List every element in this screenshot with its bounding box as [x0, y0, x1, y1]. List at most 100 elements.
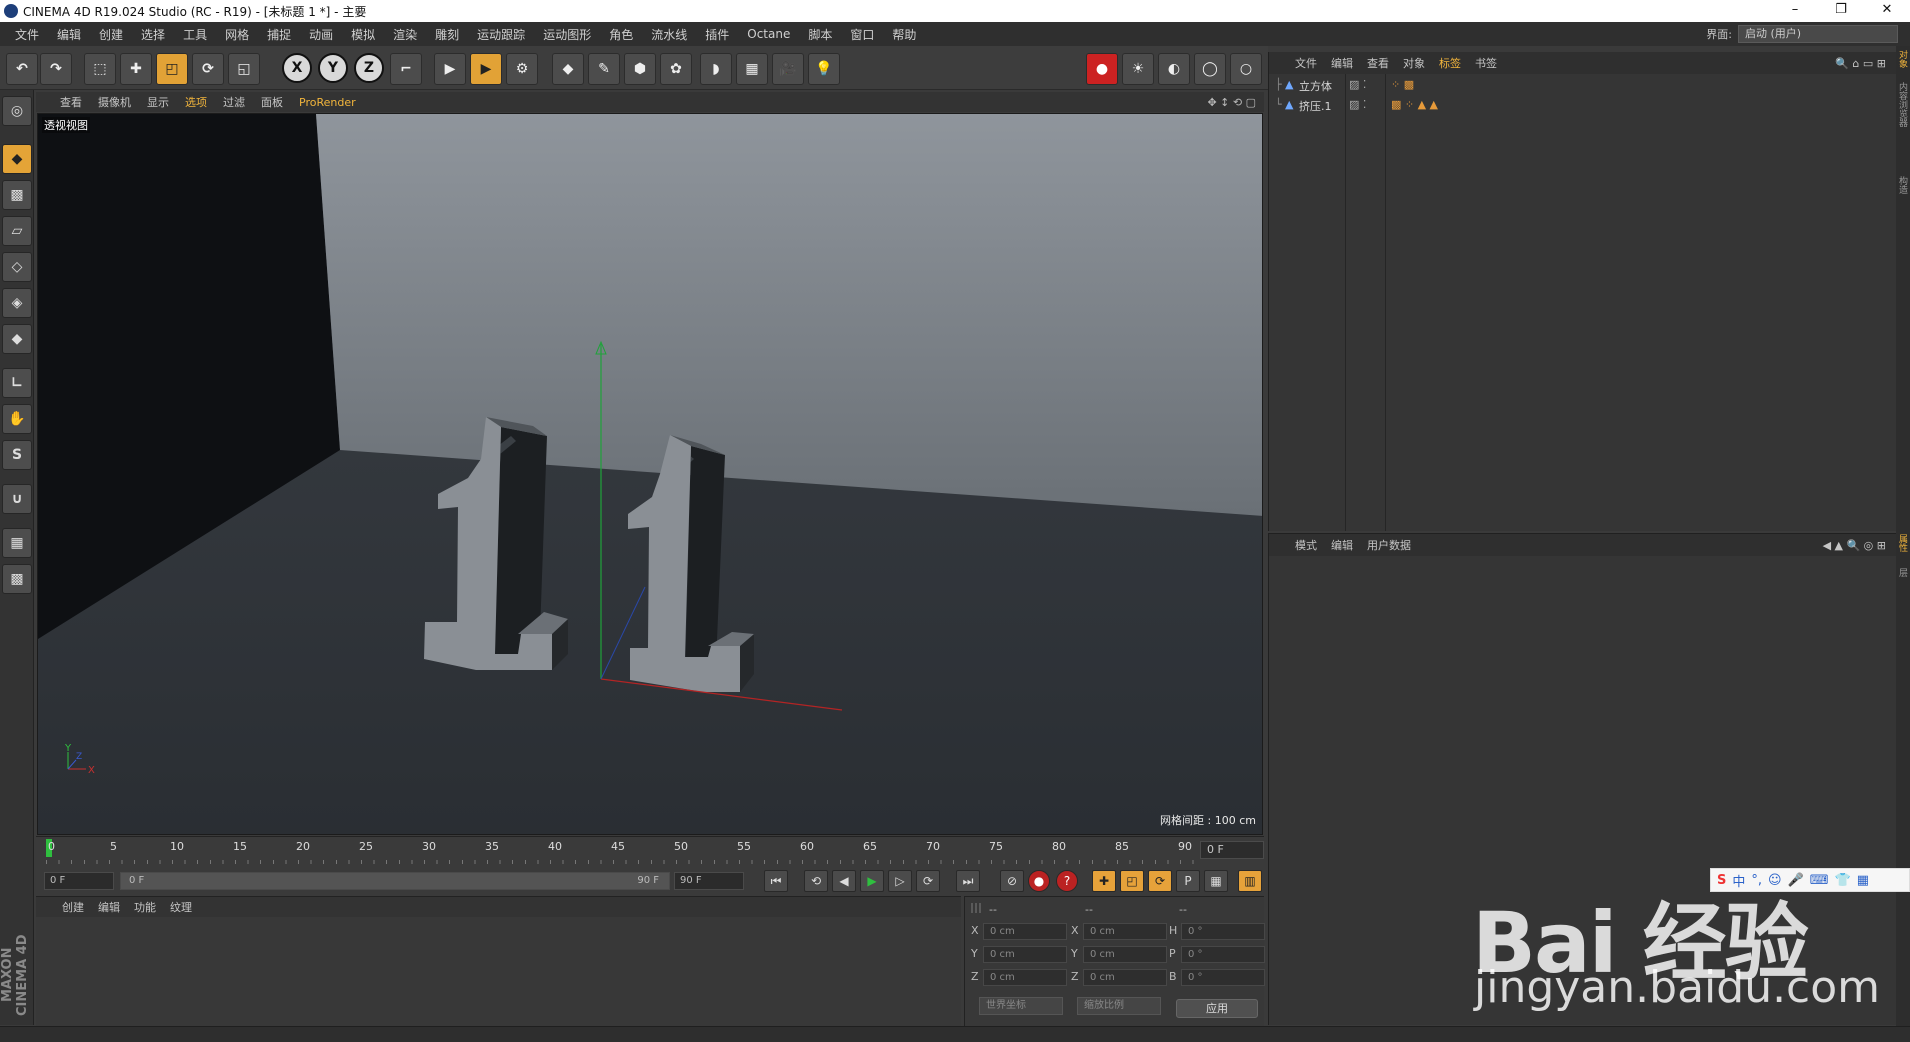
position-z-field[interactable]: 0 cm — [983, 969, 1067, 986]
viewport-menu-display[interactable]: 显示 — [147, 94, 169, 110]
menu-pipeline[interactable]: 流水线 — [642, 26, 696, 43]
attribute-manager-nav-icons[interactable]: ◀ ▲ 🔍 ◎ ⊞ — [1823, 539, 1886, 552]
viewport-menu-cameras[interactable]: 摄像机 — [98, 94, 131, 110]
deformer-icon[interactable]: ◗ — [700, 53, 732, 85]
rotation-b-field[interactable]: 0 ° — [1181, 969, 1265, 986]
ime-tools-icon[interactable]: ▦ — [1857, 873, 1869, 888]
go-to-end-icon[interactable]: ⏭ — [956, 870, 980, 892]
menu-mograph[interactable]: 运动图形 — [534, 26, 600, 43]
octane-specular-icon[interactable]: ○ — [1230, 53, 1262, 85]
position-x-field[interactable]: 0 cm — [983, 923, 1067, 940]
viewport-menu-panel[interactable]: 面板 — [261, 94, 283, 110]
tweak-mode-icon[interactable]: ✋ — [2, 404, 32, 434]
menu-octane[interactable]: Octane — [738, 27, 799, 41]
previous-frame-icon[interactable]: ◀ — [832, 870, 856, 892]
octane-render-icon[interactable]: ● — [1086, 53, 1118, 85]
layout-select[interactable]: 启动 (用户) — [1738, 25, 1898, 43]
viewport-nav-icons[interactable]: ✥ ↕ ⟲ ▢ — [1207, 96, 1256, 109]
timeline-ruler[interactable]: 0 5 10 15 20 25 30 35 40 45 50 55 60 65 … — [36, 836, 1264, 866]
points-mode-icon[interactable]: ◇ — [2, 252, 32, 282]
menu-render[interactable]: 渲染 — [384, 26, 426, 43]
camera-icon[interactable]: 🎥 — [772, 53, 804, 85]
go-to-start-icon[interactable]: ⏮ — [764, 870, 788, 892]
next-frame-icon[interactable]: ▷ — [888, 870, 912, 892]
perspective-viewport[interactable]: Y X Z 透视视图 网格间距 : 100 cm — [37, 113, 1263, 835]
tag-icons[interactable]: ⁘ ▩ — [1391, 78, 1414, 91]
ime-language-label[interactable]: 中 — [1732, 871, 1745, 890]
menu-help[interactable]: 帮助 — [883, 26, 925, 43]
menu-sculpt[interactable]: 雕刻 — [426, 26, 468, 43]
pen-icon[interactable]: ✎ — [588, 53, 620, 85]
motion-path-icon[interactable]: ⊘ — [1000, 870, 1024, 892]
render-to-picture-viewer-icon[interactable]: ▶ — [470, 53, 502, 85]
edges-mode-icon[interactable]: ◈ — [2, 288, 32, 318]
subdivision-icon[interactable]: ⬢ — [624, 53, 656, 85]
menu-snap[interactable]: 捕捉 — [258, 26, 300, 43]
object-menu-objects[interactable]: 对象 — [1403, 55, 1425, 71]
ime-emoji-icon[interactable]: ☺ — [1768, 873, 1782, 888]
timeline-end-frame[interactable]: 0 F — [1200, 841, 1264, 859]
current-frame-field[interactable]: 0 F — [44, 872, 114, 890]
solo-icon[interactable]: S — [2, 440, 32, 470]
lock-workplane-icon[interactable]: ▦ — [2, 528, 32, 558]
max-frame-field[interactable]: 90 F — [674, 872, 744, 890]
size-z-field[interactable]: 0 cm — [1083, 969, 1167, 986]
tab-layers[interactable]: 层 — [1897, 568, 1909, 577]
menu-create[interactable]: 创建 — [90, 26, 132, 43]
size-y-field[interactable]: 0 cm — [1083, 946, 1167, 963]
attribute-menu-edit[interactable]: 编辑 — [1331, 537, 1353, 553]
coordinate-mode-dropdown[interactable]: 世界坐标 — [979, 997, 1063, 1015]
render-settings-icon[interactable]: ⚙ — [506, 53, 538, 85]
menu-simulate[interactable]: 模拟 — [342, 26, 384, 43]
frame-range-slider[interactable]: 0 F 90 F — [120, 872, 670, 890]
panel-grip-icon[interactable] — [971, 903, 983, 913]
apply-button[interactable]: 应用 — [1176, 999, 1258, 1018]
ime-skin-icon[interactable]: 👕 — [1835, 873, 1851, 888]
ime-punctuation-icon[interactable]: °, — [1751, 873, 1762, 888]
polygons-mode-icon[interactable]: ◆ — [2, 324, 32, 354]
menu-mesh[interactable]: 网格 — [216, 26, 258, 43]
ime-mic-icon[interactable]: 🎤 — [1788, 873, 1804, 888]
render-view-icon[interactable]: ▶ — [434, 53, 466, 85]
menu-file[interactable]: 文件 — [6, 26, 48, 43]
live-selection-icon[interactable]: ⬚ — [84, 53, 116, 85]
object-menu-edit[interactable]: 编辑 — [1331, 55, 1353, 71]
material-menu-edit[interactable]: 编辑 — [98, 899, 120, 915]
scale-icon[interactable]: ◰ — [156, 53, 188, 85]
octane-sun-icon[interactable]: ☀ — [1122, 53, 1154, 85]
material-menu-texture[interactable]: 纹理 — [170, 899, 192, 915]
snap-icon[interactable]: ∪ — [2, 484, 32, 514]
play-icon[interactable]: ▶ — [860, 870, 884, 892]
x-axis-icon[interactable]: X — [282, 53, 312, 83]
octane-material-icon[interactable]: ◐ — [1158, 53, 1190, 85]
undo-icon[interactable]: ↶ — [6, 53, 38, 85]
tag-icons[interactable]: ▩ ⁘ ▲ ▲ — [1391, 98, 1438, 111]
object-menu-file[interactable]: 文件 — [1295, 55, 1317, 71]
key-scale-icon[interactable]: ◰ — [1120, 870, 1144, 892]
coordinate-system-icon[interactable]: ⌐ — [390, 53, 422, 85]
y-axis-icon[interactable]: Y — [318, 53, 348, 83]
menu-motion-tracking[interactable]: 运动跟踪 — [468, 26, 534, 43]
material-menu-function[interactable]: 功能 — [134, 899, 156, 915]
previous-key-icon[interactable]: ⟲ — [804, 870, 828, 892]
rotation-p-field[interactable]: 0 ° — [1181, 946, 1265, 963]
tab-structure[interactable]: 构造 — [1897, 176, 1909, 194]
octane-glossy-icon[interactable]: ◯ — [1194, 53, 1226, 85]
object-row-cube[interactable]: ├ ▲ 立方体 ▨ ⁚ ⁘ ▩ — [1269, 78, 1896, 96]
menu-animate[interactable]: 动画 — [300, 26, 342, 43]
object-row-extrude[interactable]: └ ▲ 挤压.1 ▨ ⁚ ▩ ⁘ ▲ ▲ — [1269, 98, 1896, 116]
scale-mode-dropdown[interactable]: 缩放比例 — [1077, 997, 1161, 1015]
floor-icon[interactable]: ▦ — [736, 53, 768, 85]
position-y-field[interactable]: 0 cm — [983, 946, 1067, 963]
make-editable-icon[interactable]: ◎ — [2, 96, 32, 126]
object-name[interactable]: 挤压.1 — [1299, 98, 1332, 114]
menu-script[interactable]: 脚本 — [799, 26, 841, 43]
object-manager-nav-icons[interactable]: 🔍 ⌂ ▭ ⊞ — [1835, 57, 1886, 70]
viewport-menu-filter[interactable]: 过滤 — [223, 94, 245, 110]
menu-plugins[interactable]: 插件 — [696, 26, 738, 43]
material-manager[interactable]: 创建 编辑 功能 纹理 — [36, 896, 961, 1026]
restore-button[interactable]: ❐ — [1818, 0, 1864, 22]
rotation-h-field[interactable]: 0 ° — [1181, 923, 1265, 940]
menu-edit[interactable]: 编辑 — [48, 26, 90, 43]
timeline-window-icon[interactable]: ▥ — [1238, 870, 1262, 892]
